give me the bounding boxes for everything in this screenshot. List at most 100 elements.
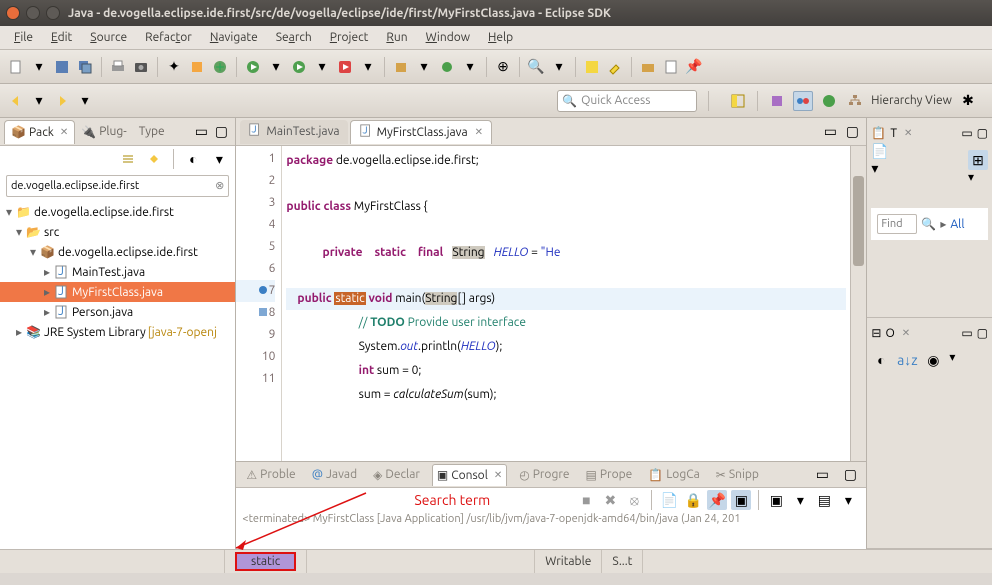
- editor-tab-myfirstclass[interactable]: JMyFirstClass.java✕: [350, 120, 492, 144]
- open-console-icon[interactable]: ▣: [766, 490, 786, 510]
- dropdown-icon[interactable]: ▾: [312, 57, 332, 77]
- dropdown-icon[interactable]: ▾: [358, 57, 378, 77]
- scrollbar-thumb[interactable]: [853, 176, 864, 266]
- tree-file-maintest[interactable]: ▸JMainTest.java: [0, 262, 235, 282]
- pin-console-icon[interactable]: 📌: [707, 490, 727, 510]
- tab-console[interactable]: ▣Consol✕: [432, 464, 507, 486]
- dropdown-icon[interactable]: ▾: [29, 91, 49, 111]
- maximize-view-icon[interactable]: ▢: [977, 326, 988, 340]
- menu-run[interactable]: Run: [378, 29, 415, 46]
- toggle-mark-icon[interactable]: [582, 57, 602, 77]
- task-icon[interactable]: [661, 57, 681, 77]
- tree-jre[interactable]: ▸📚JRE System Library [java-7-openj: [0, 322, 235, 342]
- maximize-view-icon[interactable]: ▢: [977, 126, 988, 140]
- open-perspective-icon[interactable]: [728, 91, 748, 111]
- menu-search[interactable]: Search: [268, 29, 320, 46]
- tab-properties[interactable]: ▤Prope: [582, 464, 637, 486]
- view-menu-icon[interactable]: ▾: [949, 350, 955, 370]
- view-menu-icon[interactable]: ▾: [209, 149, 229, 169]
- new-icon[interactable]: [6, 57, 26, 77]
- tree-src[interactable]: ▾📂src: [0, 222, 235, 242]
- maximize-window-button[interactable]: [46, 6, 60, 20]
- dropdown-icon[interactable]: ▾: [29, 57, 49, 77]
- plugin-icon[interactable]: [187, 57, 207, 77]
- menu-navigate[interactable]: Navigate: [202, 29, 266, 46]
- view-menu-icon[interactable]: ▾: [968, 171, 974, 184]
- tab-package-explorer[interactable]: 📦Pack✕: [4, 120, 75, 144]
- focus-task-icon[interactable]: ◐: [183, 149, 203, 169]
- run-icon[interactable]: [289, 57, 309, 77]
- code-editor[interactable]: 123456 7 8 91011 package de.vogella.ecli…: [236, 146, 866, 461]
- vertical-scrollbar[interactable]: [850, 146, 866, 461]
- dropdown-icon[interactable]: ▾: [838, 490, 858, 510]
- dropdown-icon[interactable]: ▾: [549, 57, 569, 77]
- save-all-icon[interactable]: [75, 57, 95, 77]
- filter-input[interactable]: [6, 175, 229, 197]
- minimize-window-button[interactable]: [26, 6, 40, 20]
- run-ext-icon[interactable]: [335, 57, 355, 77]
- dropdown-icon[interactable]: ▾: [414, 57, 434, 77]
- dropdown-icon[interactable]: ▾: [75, 91, 95, 111]
- clear-console-icon[interactable]: 📄: [659, 490, 679, 510]
- java-persp-icon[interactable]: [793, 91, 813, 111]
- all-link[interactable]: All: [950, 218, 964, 231]
- maximize-view-icon[interactable]: ▢: [211, 122, 231, 142]
- close-icon[interactable]: ✕: [494, 469, 502, 481]
- run-debug-icon[interactable]: [243, 57, 263, 77]
- debug-icon[interactable]: [210, 57, 230, 77]
- clear-filter-icon[interactable]: ⊗: [215, 179, 224, 192]
- new-task-icon[interactable]: 📄▾: [871, 150, 891, 170]
- dropdown-icon[interactable]: ▾: [266, 57, 286, 77]
- close-icon[interactable]: ✕: [904, 127, 912, 139]
- print-icon[interactable]: [108, 57, 128, 77]
- maximize-editor-icon[interactable]: ▢: [842, 122, 862, 142]
- tab-plugins[interactable]: 🔌Plug-: [75, 120, 133, 144]
- save-icon[interactable]: [52, 57, 72, 77]
- display-console-icon[interactable]: ▣: [731, 490, 751, 510]
- minimize-editor-icon[interactable]: ▭: [820, 122, 840, 142]
- collapse-all-icon[interactable]: [118, 149, 138, 169]
- sort-icon[interactable]: a↓z: [897, 350, 917, 370]
- terminate-icon[interactable]: ■: [576, 490, 596, 510]
- remove-launch-icon[interactable]: ✖: [600, 490, 620, 510]
- new-class-icon[interactable]: [437, 57, 457, 77]
- editor-tab-maintest[interactable]: JMainTest.java: [240, 120, 347, 144]
- highlighter-icon[interactable]: [605, 57, 625, 77]
- pin-icon[interactable]: 📌: [684, 57, 704, 77]
- search-icon[interactable]: 🔍: [526, 57, 546, 77]
- menu-help[interactable]: Help: [480, 29, 521, 46]
- minimize-view-icon[interactable]: ▭: [812, 465, 832, 485]
- scroll-lock-icon[interactable]: 🔒: [683, 490, 703, 510]
- console-output[interactable]: <terminated> MyFirstClass [Java Applicat…: [236, 512, 866, 549]
- plugin-persp-icon[interactable]: [767, 91, 787, 111]
- tree-file-myfirstclass[interactable]: ▸JMyFirstClass.java: [0, 282, 235, 302]
- menu-refactor[interactable]: Refactor: [137, 29, 200, 46]
- find-input[interactable]: [877, 214, 917, 234]
- menu-window[interactable]: Window: [418, 29, 478, 46]
- quick-access-input[interactable]: 🔍 Quick Access: [557, 90, 697, 112]
- tab-type-hierarchy[interactable]: Type: [133, 120, 171, 144]
- close-icon[interactable]: ✕: [475, 126, 483, 138]
- code-content[interactable]: package de.vogella.eclipse.ide.first; pu…: [282, 146, 850, 461]
- dropdown-icon[interactable]: ▾: [790, 490, 810, 510]
- tab-outline[interactable]: O: [885, 327, 894, 340]
- tree-package[interactable]: ▾📦de.vogella.eclipse.ide.first: [0, 242, 235, 262]
- new-package-icon[interactable]: [391, 57, 411, 77]
- hide-fields-icon[interactable]: ◉: [923, 350, 943, 370]
- minimize-view-icon[interactable]: ▭: [191, 122, 211, 142]
- tab-progress[interactable]: ◴Progre: [515, 464, 573, 486]
- menu-edit[interactable]: Edit: [43, 29, 80, 46]
- team-persp-icon[interactable]: [819, 91, 839, 111]
- menu-source[interactable]: Source: [82, 29, 135, 46]
- search-icon[interactable]: 🔍: [921, 217, 936, 231]
- close-icon[interactable]: ✕: [60, 126, 68, 138]
- folder-icon[interactable]: [638, 57, 658, 77]
- tab-snippets[interactable]: ✂Snipp: [712, 464, 763, 486]
- menu-project[interactable]: Project: [322, 29, 377, 46]
- categorize-icon[interactable]: ⊞: [968, 150, 988, 170]
- link-editor-icon[interactable]: [144, 149, 164, 169]
- hierarchy-persp-icon[interactable]: [845, 91, 865, 111]
- menu-file[interactable]: File: [6, 29, 41, 46]
- tab-tasks[interactable]: T: [890, 127, 897, 140]
- tab-problems[interactable]: ⚠Proble: [242, 464, 299, 486]
